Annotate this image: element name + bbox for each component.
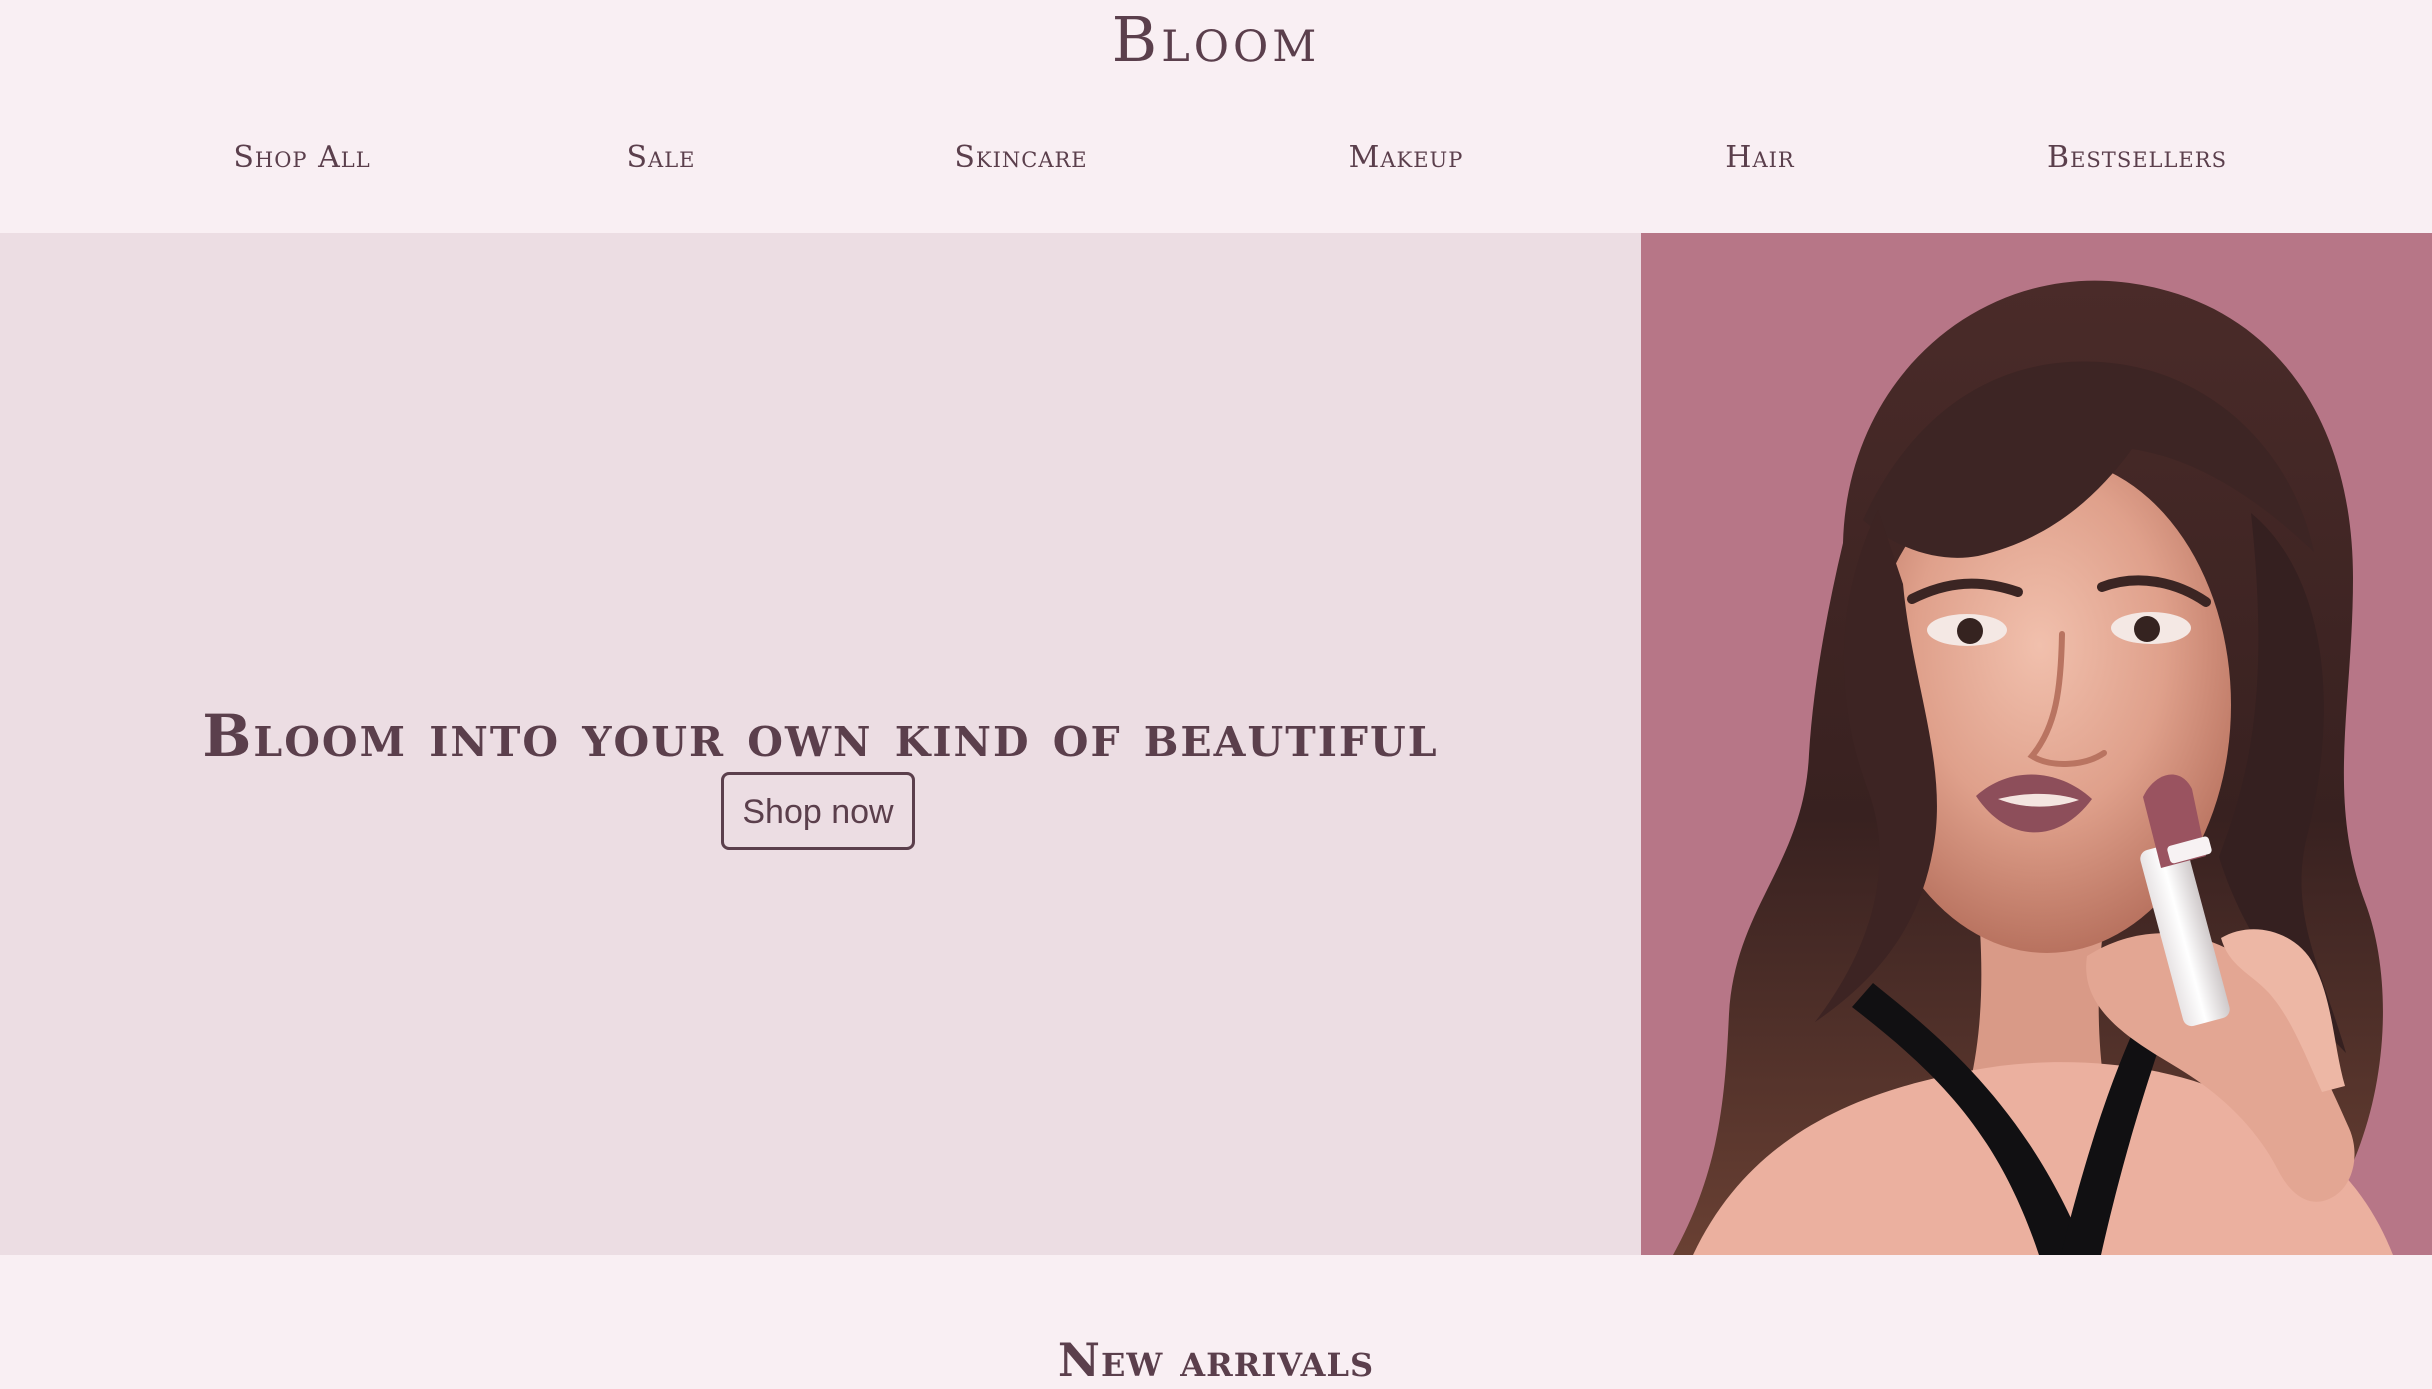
model-applying-lipstick-illustration — [1641, 233, 2432, 1255]
brand-logo[interactable]: Bloom — [0, 2, 2432, 78]
new-arrivals-title: New arrivals — [1057, 1333, 1375, 1388]
main-navigation: Shop All Sale Skincare Makeup Hair Bests… — [0, 136, 2432, 180]
hero-headline: Bloom into your own kind of beautiful — [202, 701, 1439, 770]
right-iris — [2134, 616, 2160, 642]
hero-banner: Bloom into your own kind of beautiful Sh… — [0, 233, 2432, 1255]
site-header: Bloom Shop All Sale Skincare Makeup Hair… — [0, 0, 2432, 233]
nav-skincare[interactable]: Skincare — [954, 136, 1087, 180]
nav-hair[interactable]: Hair — [1725, 136, 1794, 180]
nav-sale[interactable]: Sale — [627, 136, 696, 180]
nav-shop-all[interactable]: Shop All — [233, 136, 370, 180]
hero-content: Bloom into your own kind of beautiful Sh… — [0, 233, 1641, 1255]
new-arrivals-section: New arrivals — [0, 1255, 2432, 1387]
shop-now-button[interactable]: Shop now — [721, 772, 915, 850]
model-applying-lipstick-image — [1641, 233, 2432, 1255]
nav-bestsellers[interactable]: Bestsellers — [2047, 136, 2227, 180]
nav-makeup[interactable]: Makeup — [1349, 136, 1464, 180]
left-iris — [1957, 618, 1983, 644]
